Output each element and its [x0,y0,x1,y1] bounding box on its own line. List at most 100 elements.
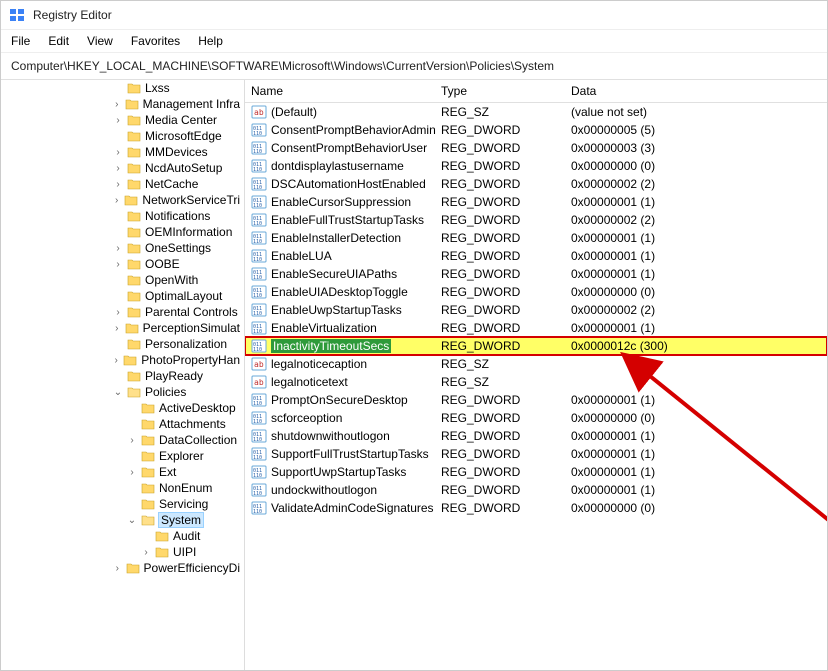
registry-value-row[interactable]: 011110scforceoptionREG_DWORD0x00000000 (… [245,409,827,427]
tree-caret-icon[interactable]: › [113,323,121,334]
tree-caret-icon[interactable]: › [113,99,121,110]
tree-node-activedesktop[interactable]: ActiveDesktop [111,400,244,416]
tree-caret-icon[interactable]: ⌄ [113,387,123,398]
registry-value-row[interactable]: 011110SupportUwpStartupTasksREG_DWORD0x0… [245,463,827,481]
tree-label: NonEnum [159,481,212,495]
folder-icon [141,418,155,430]
registry-value-row[interactable]: 011110ConsentPromptBehaviorAdminREG_DWOR… [245,121,827,139]
tree-node-audit[interactable]: Audit [111,528,244,544]
registry-value-row[interactable]: 011110EnableInstallerDetectionREG_DWORD0… [245,229,827,247]
menu-file[interactable]: File [11,34,30,48]
titlebar[interactable]: Registry Editor [1,1,827,30]
tree-node-explorer[interactable]: Explorer [111,448,244,464]
tree-caret-icon[interactable]: › [113,179,123,190]
registry-value-row[interactable]: ablegalnoticetextREG_SZ [245,373,827,391]
tree-node-attachments[interactable]: Attachments [111,416,244,432]
tree-node-oobe[interactable]: ›OOBE [111,256,244,272]
tree-node-optimallayout[interactable]: OptimalLayout [111,288,244,304]
tree-label: PerceptionSimulat [143,321,240,335]
tree-node-datacollection[interactable]: ›DataCollection [111,432,244,448]
value-data: 0x00000000 (0) [571,159,827,173]
registry-value-row[interactable]: 011110EnableUIADesktopToggleREG_DWORD0x0… [245,283,827,301]
list-panel[interactable]: Name Type Data ab(Default)REG_SZ(value n… [245,80,827,670]
svg-text:110: 110 [253,239,262,245]
tree-node-onesettings[interactable]: ›OneSettings [111,240,244,256]
tree-node-networkservicetri[interactable]: ›NetworkServiceTri [111,192,244,208]
column-header-name[interactable]: Name [251,84,441,98]
value-data: 0x00000001 (1) [571,195,827,209]
menu-help[interactable]: Help [198,34,223,48]
menu-edit[interactable]: Edit [48,34,69,48]
tree-node-ext[interactable]: ›Ext [111,464,244,480]
tree-node-openwith[interactable]: OpenWith [111,272,244,288]
tree-node-oeminformation[interactable]: OEMInformation [111,224,244,240]
registry-value-row[interactable]: 011110ConsentPromptBehaviorUserREG_DWORD… [245,139,827,157]
tree-label: NcdAutoSetup [145,161,222,175]
registry-value-row[interactable]: 011110dontdisplaylastusernameREG_DWORD0x… [245,157,827,175]
tree-caret-icon[interactable]: › [141,547,151,558]
registry-value-row[interactable]: 011110PromptOnSecureDesktopREG_DWORD0x00… [245,391,827,409]
registry-value-row[interactable]: 011110EnableLUAREG_DWORD0x00000001 (1) [245,247,827,265]
tree-caret-icon[interactable]: › [113,307,123,318]
registry-value-row[interactable]: 011110EnableSecureUIAPathsREG_DWORD0x000… [245,265,827,283]
tree-node-servicing[interactable]: Servicing [111,496,244,512]
tree-caret-icon[interactable]: ⌄ [127,515,137,526]
tree-caret-icon[interactable]: › [113,147,123,158]
tree-caret-icon[interactable]: › [127,435,137,446]
menu-view[interactable]: View [87,34,113,48]
tree-caret-icon[interactable]: › [113,355,119,366]
tree-node-mmdevices[interactable]: ›MMDevices [111,144,244,160]
tree-node-media-center[interactable]: ›Media Center [111,112,244,128]
tree-panel[interactable]: Lxss›Management Infra›Media CenterMicros… [1,80,245,670]
tree-node-personalization[interactable]: Personalization [111,336,244,352]
tree-node-management-infra[interactable]: ›Management Infra [111,96,244,112]
tree-node-ncdautosetup[interactable]: › NcdAutoSetup [111,160,244,176]
column-header-type[interactable]: Type [441,84,571,98]
tree-node-powerefficiencydi[interactable]: ›PowerEfficiencyDi [111,560,244,576]
registry-value-row[interactable]: 011110EnableFullTrustStartupTasksREG_DWO… [245,211,827,229]
tree-node-system[interactable]: ⌄System [111,512,244,528]
registry-value-row[interactable]: 011110EnableVirtualizationREG_DWORD0x000… [245,319,827,337]
menu-favorites[interactable]: Favorites [131,34,180,48]
tree-caret-icon[interactable]: › [127,467,137,478]
svg-text:110: 110 [253,185,262,191]
value-data: 0x00000001 (1) [571,429,827,443]
registry-value-row[interactable]: 011110InactivityTimeoutSecsREG_DWORD0x00… [245,337,827,355]
svg-text:ab: ab [254,378,264,387]
value-type: REG_SZ [441,375,571,389]
tree-node-notifications[interactable]: Notifications [111,208,244,224]
tree-node-photopropertyhan[interactable]: ›PhotoPropertyHan [111,352,244,368]
registry-value-row[interactable]: 011110ValidateAdminCodeSignaturesREG_DWO… [245,499,827,517]
tree-label: OpenWith [145,273,198,287]
tree-label: Policies [145,385,186,399]
registry-value-row[interactable]: ab(Default)REG_SZ(value not set) [245,103,827,121]
tree-node-playready[interactable]: PlayReady [111,368,244,384]
tree-caret-icon[interactable]: › [113,115,123,126]
registry-value-row[interactable]: 011110DSCAutomationHostEnabledREG_DWORD0… [245,175,827,193]
tree-node-parental-controls[interactable]: ›Parental Controls [111,304,244,320]
registry-value-row[interactable]: ablegalnoticecaptionREG_SZ [245,355,827,373]
address-bar[interactable]: Computer\HKEY_LOCAL_MACHINE\SOFTWARE\Mic… [1,53,827,80]
tree-node-lxss[interactable]: Lxss [111,80,244,96]
tree-node-uipi[interactable]: ›UIPI [111,544,244,560]
registry-value-row[interactable]: 011110SupportFullTrustStartupTasksREG_DW… [245,445,827,463]
tree-node-nonenum[interactable]: NonEnum [111,480,244,496]
tree-caret-icon[interactable]: › [113,163,123,174]
value-data: 0x00000001 (1) [571,483,827,497]
tree-node-perceptionsimulat[interactable]: › PerceptionSimulat [111,320,244,336]
column-header-data[interactable]: Data [571,84,827,98]
tree-caret-icon[interactable]: › [113,563,122,574]
tree-node-netcache[interactable]: ›NetCache [111,176,244,192]
tree-node-policies[interactable]: ⌄ Policies [111,384,244,400]
svg-text:110: 110 [253,167,262,173]
registry-value-row[interactable]: 011110shutdownwithoutlogonREG_DWORD0x000… [245,427,827,445]
tree-node-microsoftedge[interactable]: MicrosoftEdge [111,128,244,144]
tree-caret-icon[interactable]: › [113,195,120,206]
tree-caret-icon[interactable]: › [113,259,123,270]
tree-caret-icon[interactable]: › [113,243,123,254]
registry-value-row[interactable]: 011110EnableCursorSuppressionREG_DWORD0x… [245,193,827,211]
registry-value-row[interactable]: 011110undockwithoutlogonREG_DWORD0x00000… [245,481,827,499]
list-header[interactable]: Name Type Data [245,80,827,103]
tree-label: Notifications [145,209,210,223]
registry-value-row[interactable]: 011110EnableUwpStartupTasksREG_DWORD0x00… [245,301,827,319]
